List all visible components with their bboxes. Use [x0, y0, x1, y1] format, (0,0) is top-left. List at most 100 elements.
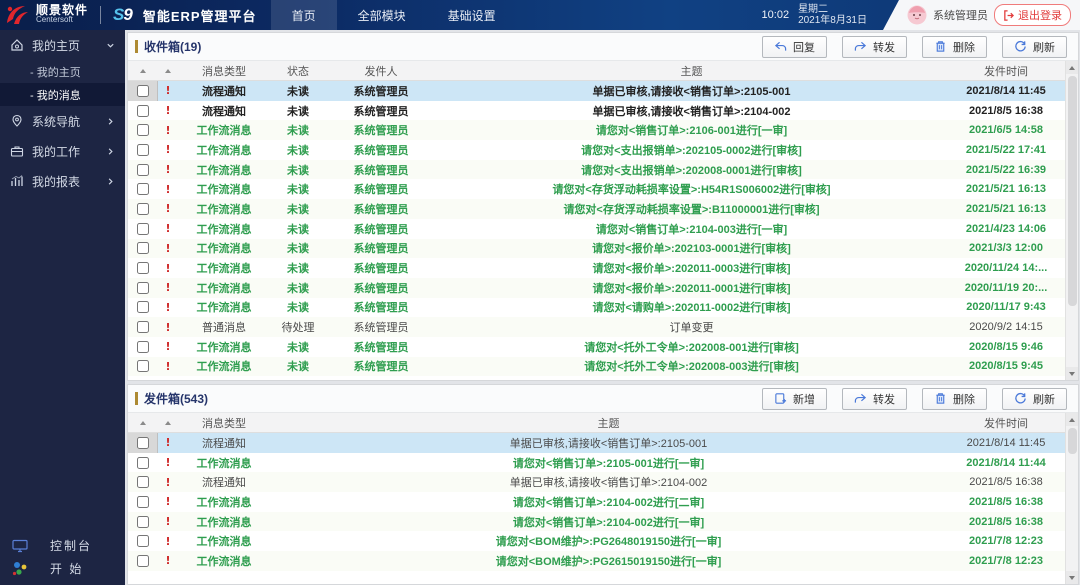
- row-checkbox[interactable]: [137, 183, 149, 195]
- row-checkbox[interactable]: [137, 516, 149, 528]
- inbox-row[interactable]: ! 工作流消息 未读 系统管理员 请您对<支出报销单>:202105-0002进…: [128, 140, 1065, 160]
- inbox-row[interactable]: ! 工作流消息 未读 系统管理员 请您对<报价单>:202011-0001进行[…: [128, 278, 1065, 298]
- chevron-down-icon: [1069, 372, 1075, 376]
- column-header-type[interactable]: 消息类型: [178, 413, 270, 432]
- inbox-row[interactable]: ! 工作流消息 未读 系统管理员 请您对<托外工令单>:202008-003进行…: [128, 357, 1065, 377]
- row-checkbox[interactable]: [137, 242, 149, 254]
- sort-icon[interactable]: [158, 413, 178, 432]
- start-button[interactable]: 开 始: [0, 557, 125, 580]
- user-avatar[interactable]: [907, 5, 927, 25]
- console-button[interactable]: 控制台: [0, 534, 125, 557]
- row-checkbox[interactable]: [137, 360, 149, 372]
- priority-icon: !: [165, 183, 170, 196]
- row-checkbox[interactable]: [137, 457, 149, 469]
- inbox-row[interactable]: ! 流程通知 未读 系统管理员 单据已审核,请接收<销售订单>:2105-001…: [128, 81, 1065, 101]
- nav-tab[interactable]: 基础设置: [427, 0, 517, 30]
- message-sender: 系统管理员: [326, 298, 436, 318]
- row-checkbox[interactable]: [137, 496, 149, 508]
- row-checkbox[interactable]: [137, 164, 149, 176]
- message-sender: 系统管理员: [326, 239, 436, 259]
- inbox-row[interactable]: ! 工作流消息 未读 系统管理员 请您对<托外工令单>:202008-001进行…: [128, 337, 1065, 357]
- column-header-time[interactable]: 发件时间: [947, 413, 1065, 432]
- row-checkbox[interactable]: [137, 555, 149, 567]
- outbox-row[interactable]: ! 工作流消息 请您对<销售订单>:2104-002进行[二审] 2021/8/…: [128, 492, 1065, 512]
- title-accent-bar: [135, 392, 138, 405]
- row-checkbox[interactable]: [137, 437, 149, 449]
- scrollbar-thumb[interactable]: [1068, 428, 1077, 454]
- message-time: 2021/5/21 16:13: [947, 199, 1065, 219]
- sidebar-item-navigation[interactable]: 系统导航: [0, 106, 125, 136]
- inbox-row[interactable]: ! 工作流消息 未读 系统管理员 请您对<支出报销单>:202008-0001进…: [128, 160, 1065, 180]
- brand-name: 顺景软件: [36, 5, 88, 15]
- logout-button[interactable]: 退出登录: [994, 4, 1071, 26]
- outbox-row[interactable]: ! 工作流消息 请您对<销售订单>:2105-001进行[一审] 2021/8/…: [128, 453, 1065, 473]
- row-checkbox[interactable]: [137, 223, 149, 235]
- column-header-status[interactable]: 状态: [270, 61, 326, 80]
- nav-tab[interactable]: 首页: [271, 0, 337, 30]
- inbox-row[interactable]: ! 工作流消息 未读 系统管理员 请您对<存货浮动耗损率设置>:B1100000…: [128, 199, 1065, 219]
- outbox-row[interactable]: ! 工作流消息 请您对<销售订单>:2104-002进行[一审] 2021/8/…: [128, 512, 1065, 532]
- inbox-row[interactable]: ! 工作流消息 未读 系统管理员 请您对<报价单>:202103-0001进行[…: [128, 239, 1065, 259]
- forward-button[interactable]: 转发: [842, 36, 907, 58]
- row-checkbox[interactable]: [137, 321, 149, 333]
- row-checkbox[interactable]: [137, 476, 149, 488]
- outbox-row[interactable]: ! 工作流消息 请您对<BOM维护>:PG2648019150进行[一审] 20…: [128, 531, 1065, 551]
- inbox-row[interactable]: ! 工作流消息 未读 系统管理员 请您对<存货浮动耗损率设置>:H54R1S00…: [128, 179, 1065, 199]
- sidebar-subitem-my-home[interactable]: - 我的主页: [0, 60, 125, 83]
- delete-button[interactable]: 删除: [922, 36, 987, 58]
- inbox-row[interactable]: ! 工作流消息 未读 系统管理员 请您对<报价单>:202011-0003进行[…: [128, 258, 1065, 278]
- inbox-row[interactable]: ! 工作流消息 未读 系统管理员 请您对<销售订单>:2104-003进行[一审…: [128, 219, 1065, 239]
- add-button[interactable]: 新增: [762, 388, 827, 410]
- message-time: 2020/8/15 9:46: [947, 337, 1065, 357]
- sidebar-subitem-my-messages[interactable]: - 我的消息: [0, 83, 125, 106]
- inbox-scrollbar[interactable]: [1065, 61, 1078, 380]
- message-time: 2021/7/8 12:23: [947, 551, 1065, 571]
- inbox-title: 收件箱(19): [135, 38, 201, 55]
- inbox-row[interactable]: ! 普通消息 待处理 系统管理员 订单变更 2020/9/2 14:15: [128, 317, 1065, 337]
- inbox-row[interactable]: ! 工作流消息 未读 系统管理员 请您对<请购单>:202011-0002进行[…: [128, 298, 1065, 318]
- row-checkbox[interactable]: [137, 341, 149, 353]
- row-checkbox[interactable]: [137, 105, 149, 117]
- message-sender: 系统管理员: [326, 317, 436, 337]
- forward-button[interactable]: 转发: [842, 388, 907, 410]
- sidebar-item-home[interactable]: 我的主页: [0, 30, 125, 60]
- row-checkbox[interactable]: [137, 301, 149, 313]
- sidebar-item-my-reports[interactable]: 我的报表: [0, 166, 125, 196]
- row-checkbox[interactable]: [137, 282, 149, 294]
- sort-icon[interactable]: [128, 61, 158, 80]
- outbox-row[interactable]: ! 工作流消息 请您对<BOM维护>:PG2615019150进行[一审] 20…: [128, 551, 1065, 571]
- column-header-subject[interactable]: 主题: [436, 61, 947, 80]
- row-checkbox[interactable]: [137, 85, 149, 97]
- outbox-row[interactable]: ! 流程通知 单据已审核,请接收<销售订单>:2104-002 2021/8/5…: [128, 472, 1065, 492]
- outbox-row[interactable]: ! 流程通知 单据已审核,请接收<销售订单>:2105-001 2021/8/1…: [128, 433, 1065, 453]
- outbox-scrollbar[interactable]: [1065, 413, 1078, 584]
- reply-button[interactable]: 回复: [762, 36, 827, 58]
- scroll-up-button[interactable]: [1066, 61, 1078, 74]
- nav-tab[interactable]: 全部模块: [337, 0, 427, 30]
- map-pin-icon: [10, 114, 24, 128]
- column-header-type[interactable]: 消息类型: [178, 61, 270, 80]
- sidebar-item-my-work[interactable]: 我的工作: [0, 136, 125, 166]
- row-checkbox[interactable]: [137, 262, 149, 274]
- priority-icon: !: [165, 476, 170, 489]
- inbox-row[interactable]: ! 流程通知 未读 系统管理员 单据已审核,请接收<销售订单>:2104-002…: [128, 101, 1065, 121]
- sort-icon[interactable]: [158, 61, 178, 80]
- row-checkbox[interactable]: [137, 535, 149, 547]
- scroll-up-button[interactable]: [1066, 413, 1078, 426]
- priority-icon: !: [165, 281, 170, 294]
- refresh-button[interactable]: 刷新: [1002, 388, 1067, 410]
- priority-icon: !: [165, 163, 170, 176]
- sort-icon[interactable]: [128, 413, 158, 432]
- scroll-down-button[interactable]: [1066, 367, 1078, 380]
- row-checkbox[interactable]: [137, 203, 149, 215]
- scroll-down-button[interactable]: [1066, 571, 1078, 584]
- column-header-subject[interactable]: 主题: [270, 413, 947, 432]
- delete-button[interactable]: 删除: [922, 388, 987, 410]
- row-checkbox[interactable]: [137, 144, 149, 156]
- inbox-row[interactable]: ! 工作流消息 未读 系统管理员 请您对<销售订单>:2106-001进行[一审…: [128, 120, 1065, 140]
- column-header-time[interactable]: 发件时间: [947, 61, 1065, 80]
- row-checkbox[interactable]: [137, 124, 149, 136]
- refresh-button[interactable]: 刷新: [1002, 36, 1067, 58]
- scrollbar-thumb[interactable]: [1068, 76, 1077, 306]
- column-header-sender[interactable]: 发件人: [326, 61, 436, 80]
